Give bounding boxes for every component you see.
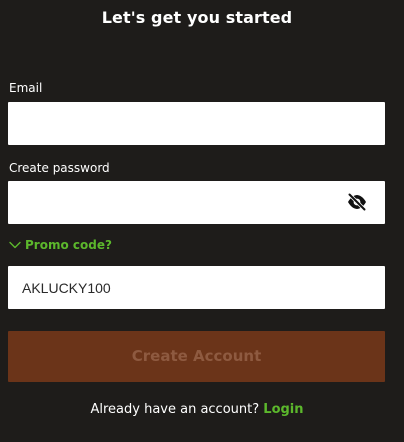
eye-slash-icon[interactable] xyxy=(346,192,368,212)
email-label: Email xyxy=(9,81,43,95)
login-prompt: Already have an account? Login xyxy=(0,402,394,417)
page-title: Let's get you started xyxy=(101,8,293,27)
login-prompt-text: Already have an account? xyxy=(90,402,260,417)
login-link[interactable]: Login xyxy=(263,402,303,417)
create-account-button[interactable]: Create Account xyxy=(8,331,385,382)
password-field-wrapper xyxy=(8,181,385,224)
chevron-down-icon xyxy=(9,241,21,249)
promo-code-toggle[interactable]: Promo code? xyxy=(9,238,112,252)
password-field[interactable] xyxy=(8,181,385,224)
password-label: Create password xyxy=(9,161,110,175)
promo-code-field[interactable] xyxy=(8,266,385,309)
promo-code-label: Promo code? xyxy=(25,238,112,252)
email-field[interactable] xyxy=(8,102,385,145)
